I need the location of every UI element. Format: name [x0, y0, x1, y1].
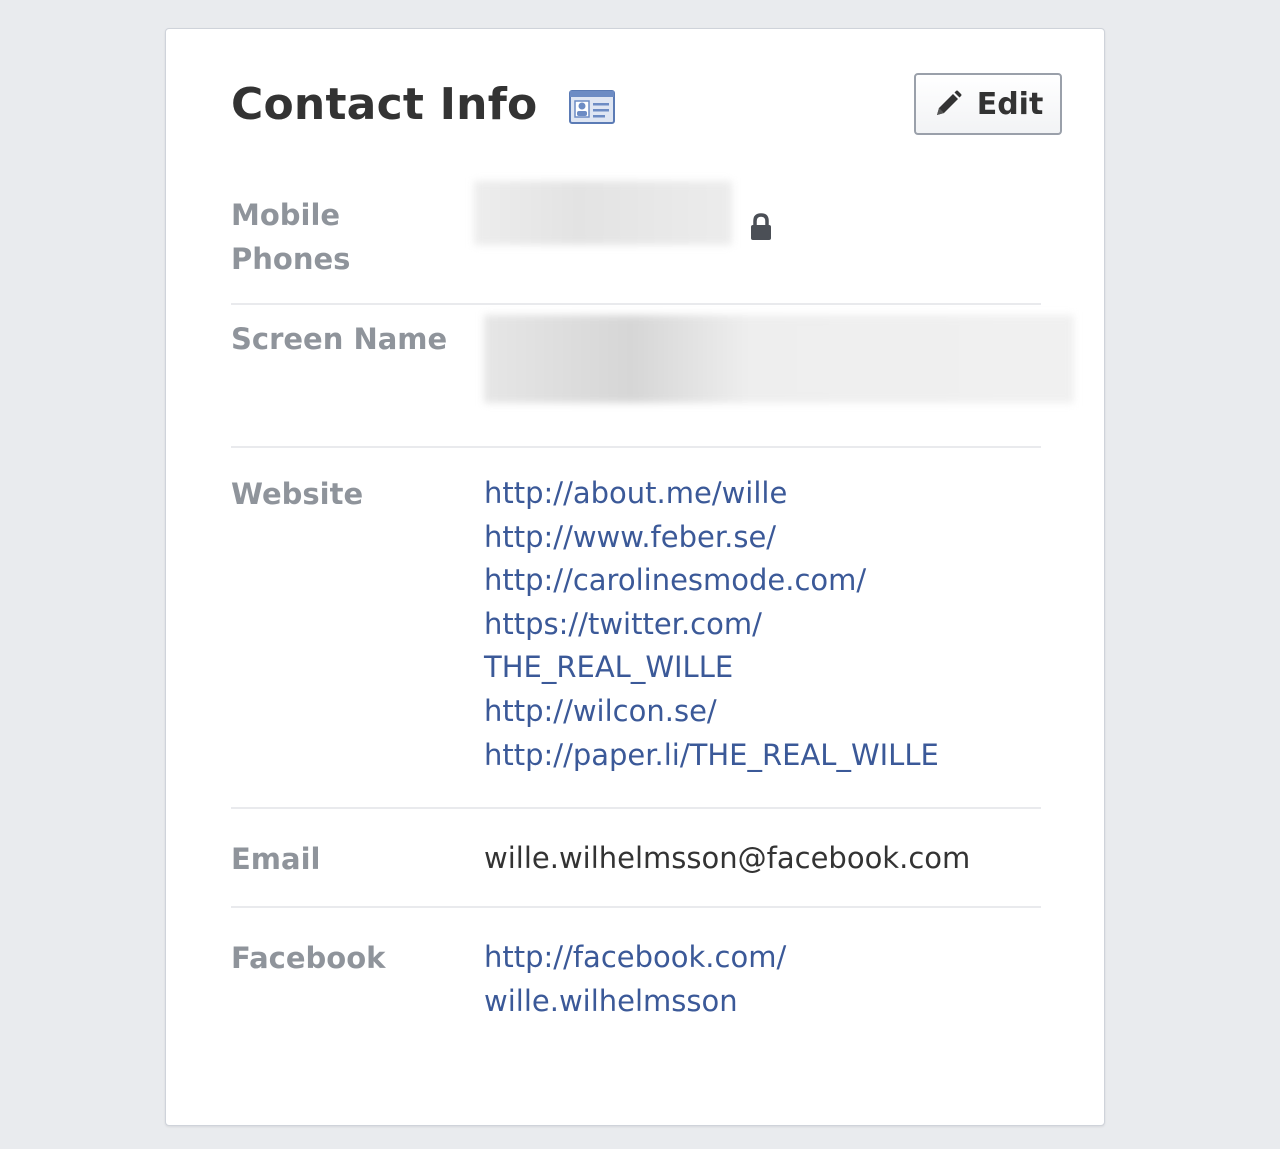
website-link[interactable]: http://carolinesmode.com/: [484, 559, 1041, 603]
contact-card-icon: [569, 90, 616, 124]
mobile-phones-value: [474, 181, 1041, 303]
lock-icon[interactable]: [748, 211, 774, 241]
blurred-screen-name: [484, 315, 1074, 403]
website-link[interactable]: http://www.feber.se/: [484, 516, 1041, 560]
pencil-icon: [933, 89, 963, 119]
facebook-profile-link[interactable]: http://facebook.com/ wille.wilhelmsson: [484, 936, 1041, 1023]
edit-button[interactable]: Edit: [914, 73, 1062, 135]
mobile-phones-label: Mobile Phones: [231, 198, 351, 276]
screen-name-row: Screen Name: [231, 305, 1074, 448]
website-link[interactable]: http://paper.li/THE_REAL_WILLE: [484, 734, 1041, 778]
email-row: Email wille.wilhelmsson@facebook.com: [231, 809, 1041, 908]
website-row: Website http://about.me/wille http://www…: [231, 448, 1041, 809]
website-label: Website: [231, 477, 364, 511]
website-link[interactable]: THE_REAL_WILLE: [484, 646, 1041, 690]
edit-button-label: Edit: [976, 86, 1044, 122]
contact-info-rows: Mobile Phones Screen Name Website http:/…: [231, 181, 1074, 1038]
mobile-phones-row: Mobile Phones: [231, 181, 1041, 305]
email-label: Email: [231, 842, 321, 876]
facebook-links: http://facebook.com/ wille.wilhelmsson: [484, 936, 1041, 1038]
website-link[interactable]: http://wilcon.se/: [484, 690, 1041, 734]
email-value: wille.wilhelmsson@facebook.com: [484, 841, 971, 875]
page-title: Contact Info: [231, 79, 538, 130]
website-link[interactable]: http://about.me/wille: [484, 472, 1041, 516]
website-links: http://about.me/wille http://www.feber.s…: [484, 472, 1041, 807]
blurred-phone-number: [474, 181, 732, 245]
facebook-label: Facebook: [231, 941, 386, 975]
card-header: Contact Info: [231, 79, 616, 131]
website-link[interactable]: https://twitter.com/: [484, 603, 1041, 647]
contact-info-card: Contact Info Edit Mobile Phones Screen N…: [165, 28, 1105, 1126]
screen-name-label: Screen Name: [231, 322, 448, 356]
facebook-row: Facebook http://facebook.com/ wille.wilh…: [231, 908, 1041, 1038]
screen-name-value: [484, 315, 1074, 446]
